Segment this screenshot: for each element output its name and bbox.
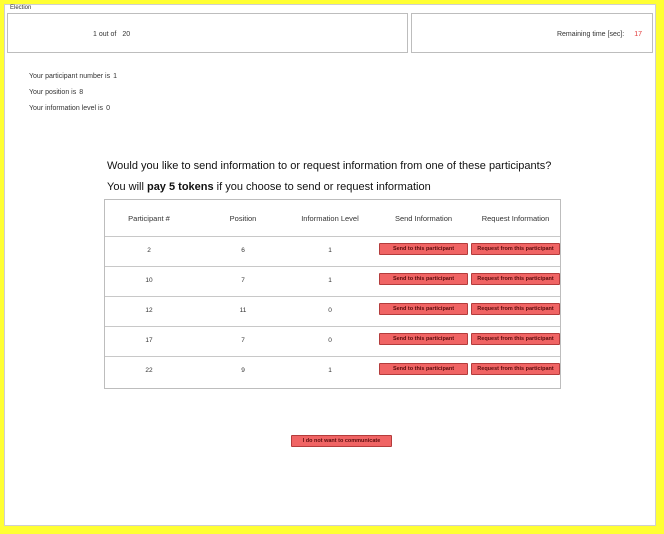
table-row: 17 7 0 Send to this participant Request … [105,326,560,354]
position-cell: 7 [241,277,245,284]
request-button[interactable]: Request from this participant [471,333,560,345]
communication-question: Would you like to send information to or… [107,160,552,172]
information-level-cell: 1 [328,277,332,284]
header-participant: Participant # [128,214,170,223]
send-button[interactable]: Send to this participant [379,303,468,315]
election-window: 1 out of 20 Remaining time [sec]: 17 Ele… [4,4,656,526]
information-level-label: Your information level is [29,105,104,112]
participant-number-value: 1 [113,73,117,80]
table-row: 22 9 1 Send to this participant Request … [105,356,560,384]
request-button[interactable]: Request from this participant [471,363,560,375]
participant-cell: 17 [145,337,153,344]
participant-cell: 12 [145,307,153,314]
participant-number-label: Your participant number is [29,73,111,80]
remaining-time-label: Remaining time [sec]: [556,31,625,38]
participant-cell: 10 [145,277,153,284]
cost-notice: You will pay 5 tokens if you choose to s… [107,181,431,193]
cost-suffix: if you choose to send or request informa… [216,181,431,193]
request-button[interactable]: Request from this participant [471,303,560,315]
position-cell: 11 [239,307,247,314]
participants-table: Participant # Position Information Level… [104,199,561,389]
period-separator: out of [98,31,117,38]
send-button[interactable]: Send to this participant [379,333,468,345]
request-button[interactable]: Request from this participant [471,243,560,255]
table-row: 10 7 1 Send to this participant Request … [105,266,560,294]
period-current: 1 [93,31,97,38]
position-line: Your position is 8 [29,89,83,96]
remaining-time: Remaining time [sec]: 17 [557,31,642,38]
header-position: Position [229,214,257,223]
send-button[interactable]: Send to this participant [379,363,468,375]
timer-panel: Remaining time [sec]: 17 [411,13,653,53]
table-row: 12 11 0 Send to this participant Request… [105,296,560,324]
no-communicate-button[interactable]: I do not want to communicate [291,435,392,447]
header-send-information: Send Information [394,214,453,223]
election-header: 1 out of 20 Remaining time [sec]: 17 Ele… [5,5,655,57]
table-row: 2 6 1 Send to this participant Request f… [105,236,560,264]
period-panel: 1 out of 20 [7,13,408,53]
information-level-cell: 1 [328,247,332,254]
header-information-level: Information Level [301,214,359,223]
information-level-line: Your information level is 0 [29,105,110,112]
information-level-value: 0 [106,105,110,112]
period-total: 20 [122,31,131,38]
position-cell: 9 [241,367,245,374]
header-request-information: Request Information [481,214,550,223]
remaining-time-value: 17 [634,31,642,38]
position-cell: 7 [241,337,245,344]
section-title: Election [9,5,33,11]
table-header: Participant # Position Information Level… [105,200,560,236]
send-button[interactable]: Send to this participant [379,243,468,255]
information-level-cell: 0 [328,307,332,314]
position-label: Your position is [29,89,77,96]
send-button[interactable]: Send to this participant [379,273,468,285]
period-counter: 1 out of 20 [93,31,130,38]
position-value: 8 [79,89,84,96]
request-button[interactable]: Request from this participant [471,273,560,285]
participant-number-line: Your participant number is 1 [29,73,117,80]
cost-prefix: You will [107,181,144,193]
participant-cell: 22 [145,367,153,374]
information-level-cell: 1 [328,367,332,374]
position-cell: 6 [241,247,245,254]
cost-amount: pay 5 tokens [146,181,214,193]
information-level-cell: 0 [328,337,332,344]
participant-cell: 2 [147,247,151,254]
